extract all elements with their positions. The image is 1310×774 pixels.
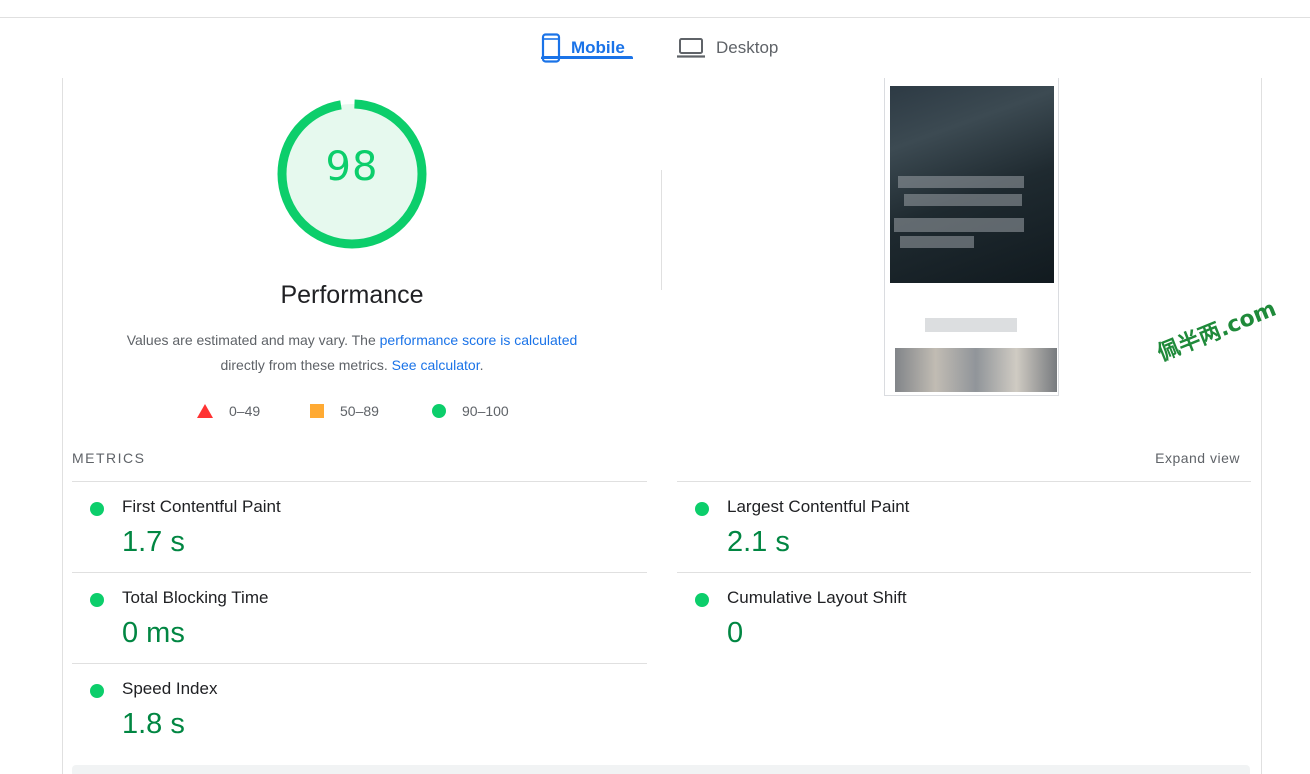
legend-item-pass: 90–100 [432,401,509,421]
pass-status-icon [695,502,709,516]
legend-range-average: 50–89 [340,403,379,419]
score-description: Values are estimated and may vary. The p… [92,328,612,378]
metric-value: 1.7 s [122,526,185,558]
report-panel-right-border [1261,78,1262,774]
blurred-text [900,236,974,248]
pass-status-icon [90,502,104,516]
summary-divider [661,170,662,290]
legend-item-average: 50–89 [310,401,379,421]
pass-status-icon [695,593,709,607]
active-tab-indicator [541,56,633,59]
metric-title: Speed Index [122,679,218,698]
metric-first-contentful-paint: First Contentful Paint 1.7 s [72,482,632,572]
metrics-header: METRICS [72,450,146,466]
metric-title: Largest Contentful Paint [727,497,910,516]
screenshot-image-strip [895,348,1057,392]
red-triangle-icon [197,404,213,418]
green-circle-icon [432,404,446,418]
desc-text-middle: directly from these metrics. [220,357,392,373]
tab-desktop[interactable]: Desktop [676,18,796,78]
category-title: Performance [280,281,424,309]
blurred-heading [925,318,1017,332]
desc-text-before: Values are estimated and may vary. The [126,332,380,348]
blurred-text [898,176,1024,188]
final-screenshot-thumbnail [884,78,1059,396]
tab-desktop-label: Desktop [716,38,779,57]
legend-range-pass: 90–100 [462,403,509,419]
blurred-text [904,194,1022,206]
metric-speed-index: Speed Index 1.8 s [72,664,632,754]
metric-value: 0 ms [122,617,185,649]
see-calculator-link[interactable]: See calculator [392,357,480,373]
tab-mobile[interactable]: Mobile [541,18,633,78]
legend-range-fail: 0–49 [229,403,261,419]
next-section-bar [72,765,1250,774]
legend-item-fail: 0–49 [197,401,260,421]
score-calculated-link[interactable]: performance score is calculated [380,332,578,348]
metric-cumulative-layout-shift: Cumulative Layout Shift 0 [677,573,1237,663]
metric-total-blocking-time: Total Blocking Time 0 ms [72,573,632,663]
desc-text-after: . [479,357,484,373]
blurred-text [894,218,1024,232]
pass-status-icon [90,593,104,607]
performance-score: 98 [325,144,379,190]
metric-title: Cumulative Layout Shift [727,588,907,607]
metric-title: First Contentful Paint [122,497,281,516]
tab-mobile-label: Mobile [571,38,625,57]
metric-value: 0 [727,617,744,649]
laptop-icon [677,38,705,58]
metric-largest-contentful-paint: Largest Contentful Paint 2.1 s [677,482,1237,572]
pass-status-icon [90,684,104,698]
metric-title: Total Blocking Time [122,588,269,607]
screenshot-hero-image [890,86,1054,283]
expand-view-toggle[interactable]: Expand view [1155,450,1240,466]
orange-square-icon [310,404,324,418]
metric-value: 2.1 s [727,526,790,558]
report-panel-left-border [62,78,63,774]
metric-value: 1.8 s [122,708,185,740]
device-tabs: Mobile Desktop [0,18,1310,78]
